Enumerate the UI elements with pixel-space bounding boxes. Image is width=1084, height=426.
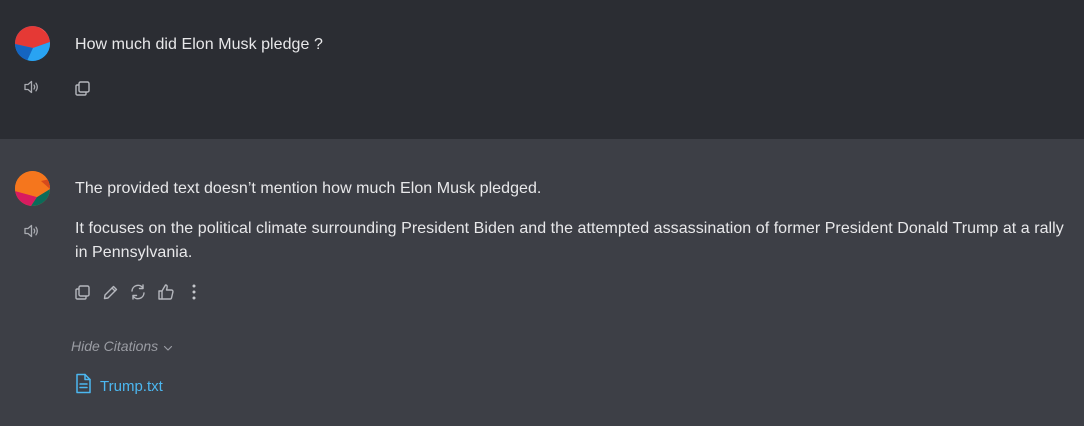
speaker-icon[interactable]	[23, 78, 41, 96]
speaker-icon[interactable]	[23, 222, 41, 240]
user-avatar	[15, 26, 50, 61]
assistant-message: The provided text doesn’t mention how mu…	[0, 139, 1084, 426]
copy-icon[interactable]	[72, 78, 92, 98]
citation-file-name: Trump.txt	[100, 377, 163, 395]
document-icon	[74, 373, 92, 399]
pencil-icon[interactable]	[100, 282, 120, 302]
assistant-message-actions	[72, 282, 212, 302]
assistant-paragraph: It focuses on the political climate surr…	[75, 220, 1064, 261]
copy-icon[interactable]	[72, 282, 92, 302]
chevron-down-icon	[163, 339, 173, 355]
hide-citations-label: Hide Citations	[71, 338, 159, 354]
refresh-icon[interactable]	[128, 282, 148, 302]
user-message-text: How much did Elon Musk pledge ?	[75, 36, 323, 53]
hide-citations-toggle[interactable]: Hide Citations	[71, 337, 173, 355]
user-message-actions	[72, 78, 100, 98]
citation-file-link[interactable]: Trump.txt	[74, 373, 163, 399]
thumbs-up-icon[interactable]	[156, 282, 176, 302]
assistant-paragraph: The provided text doesn’t mention how mu…	[75, 180, 542, 197]
assistant-avatar	[15, 171, 50, 206]
more-vertical-icon[interactable]	[184, 282, 204, 302]
user-message: How much did Elon Musk pledge ?	[0, 0, 1084, 139]
